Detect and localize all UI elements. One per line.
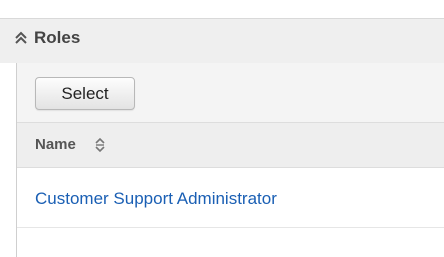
select-button[interactable]: Select — [35, 77, 135, 110]
table-row: Customer Support Administrator — [17, 168, 444, 228]
role-link[interactable]: Customer Support Administrator — [35, 189, 277, 209]
subpanel-header[interactable]: Roles — [0, 18, 444, 63]
column-header-label: Name — [35, 136, 76, 153]
roles-subpanel: Roles Select Name Customer Support Admin… — [0, 18, 444, 257]
column-header-name[interactable]: Name — [17, 123, 444, 168]
top-strip — [0, 0, 444, 18]
chevron-double-up-icon[interactable] — [14, 31, 28, 45]
subpanel-title: Roles — [34, 28, 81, 47]
sort-up-down-icon — [95, 137, 105, 153]
subpanel-toolbar: Select — [17, 63, 444, 123]
